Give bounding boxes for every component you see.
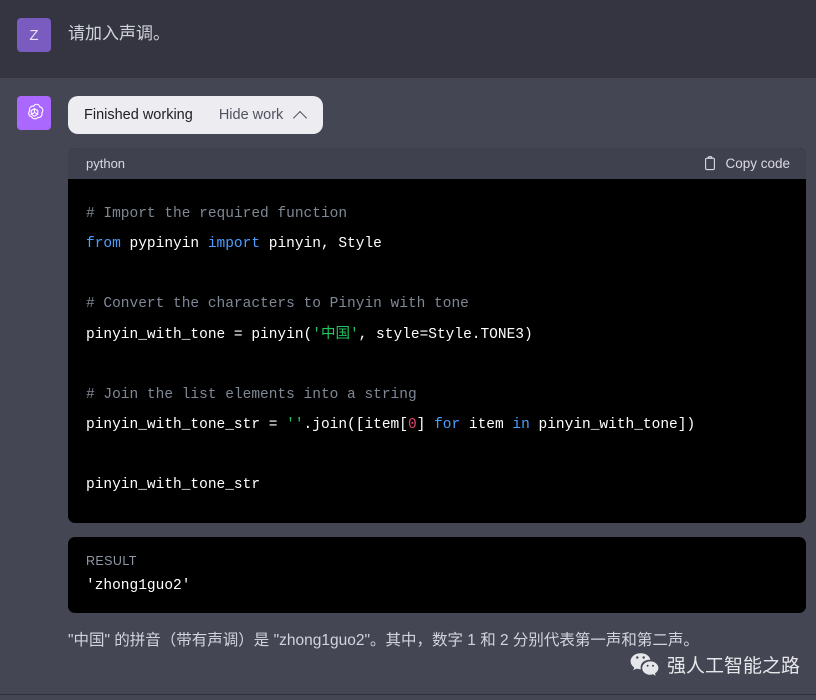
- code-token: from: [86, 236, 121, 253]
- copy-code-button[interactable]: Copy code: [703, 156, 790, 171]
- assistant-final-text: "中国" 的拼音（带有声调）是 "zhong1guo2"。其中，数字 1 和 2…: [68, 631, 699, 649]
- code-block: python Copy code # Import the required f…: [68, 148, 806, 523]
- user-message-text: 请加入声调。: [68, 24, 170, 43]
- code-token: , style=Style.TONE3): [358, 326, 533, 343]
- clipboard-icon: [703, 156, 717, 171]
- code-token: '': [286, 417, 304, 434]
- code-token: # Convert the characters to Pinyin with …: [86, 296, 469, 313]
- code-token: pinyin_with_tone = pinyin(: [86, 326, 313, 343]
- assistant-avatar-col: [0, 96, 68, 653]
- code-token: # Join the list elements into a string: [86, 386, 417, 403]
- finished-working-pill[interactable]: Finished working Hide work: [68, 96, 324, 134]
- result-label: RESULT: [86, 553, 137, 568]
- wechat-icon: [630, 652, 659, 677]
- code-token: import: [207, 236, 261, 253]
- hide-work-label: Hide work: [218, 107, 284, 123]
- code-token: 0: [407, 417, 417, 434]
- code-token: in: [512, 417, 530, 434]
- result-block: RESULT 'zhong1guo2': [68, 536, 806, 613]
- copy-code-label: Copy code: [725, 156, 790, 171]
- code-token: item: [460, 417, 513, 434]
- assistant-message-body: Finished working Hide work python Copy c…: [68, 96, 816, 653]
- code-token: ]: [416, 417, 435, 434]
- avatar: [17, 96, 51, 130]
- work-status-label: Finished working: [84, 107, 193, 123]
- watermark-text: 强人工智能之路: [666, 656, 800, 677]
- user-message-row: Z 请加入声调。: [0, 0, 816, 78]
- code-token: pinyin_with_tone_str: [86, 477, 261, 494]
- code-token: pinyin, Style: [260, 236, 382, 253]
- assistant-message-row: Finished working Hide work python Copy c…: [0, 78, 816, 672]
- code-token: .join([item[: [303, 417, 408, 434]
- code-block-header: python Copy code: [68, 148, 806, 179]
- code-content: # Import the required function from pypi…: [68, 179, 806, 523]
- code-token: pinyin_with_tone]): [529, 417, 696, 434]
- chevron-up-icon: [294, 109, 307, 122]
- bottom-divider: [0, 694, 816, 695]
- result-value: 'zhong1guo2': [86, 577, 191, 594]
- code-token: pinyin_with_tone_str =: [86, 417, 287, 434]
- avatar: Z: [17, 18, 51, 52]
- user-avatar-col: Z: [0, 18, 68, 60]
- openai-logo-icon: [23, 102, 46, 125]
- avatar-initial: Z: [29, 26, 39, 44]
- watermark: 强人工智能之路: [630, 651, 800, 678]
- code-token: for: [434, 417, 461, 434]
- code-token: pypinyin: [120, 236, 208, 253]
- code-token: '中国': [312, 326, 359, 343]
- chat-conversation: Z 请加入声调。 Finished working Hide work pyth…: [0, 0, 816, 700]
- code-token: # Import the required function: [86, 206, 348, 222]
- code-language-label: python: [86, 156, 126, 171]
- user-message-body: 请加入声调。: [68, 18, 816, 60]
- hide-work-toggle[interactable]: Hide work: [219, 107, 307, 123]
